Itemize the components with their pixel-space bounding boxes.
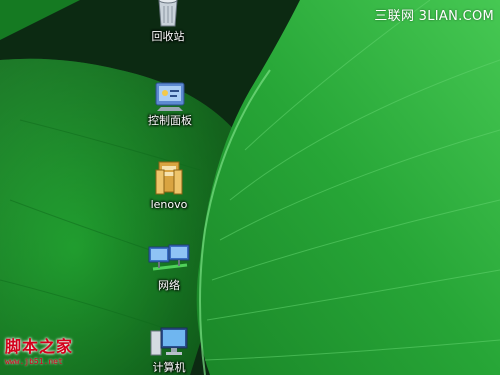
desktop-icon-label: 网络 (158, 279, 180, 292)
watermark-top: 三联网 3LIAN.COM (374, 9, 494, 24)
desktop-icon-computer[interactable]: 计算机 (134, 325, 204, 374)
desktop-wallpaper (0, 0, 500, 375)
computer-icon (150, 327, 188, 356)
desktop-icon-recycle-bin[interactable]: 回收站 (133, 0, 203, 43)
folder-icon (155, 161, 183, 195)
network-icon (148, 244, 190, 271)
desktop-icon-label: 控制面板 (148, 114, 192, 127)
desktop-icon-label: lenovo (150, 198, 188, 211)
watermark-site-name: 脚本之家 (5, 337, 74, 356)
desktop-icon-label: 计算机 (152, 361, 186, 374)
control-panel-icon (155, 82, 185, 111)
recycle-bin-icon (158, 0, 178, 27)
desktop-icon-control-panel[interactable]: 控制面板 (135, 80, 205, 127)
desktop-icon-network[interactable]: 网络 (134, 243, 204, 292)
desktop-icon-lenovo[interactable]: lenovo (134, 160, 204, 211)
desktop-icon-label: 回收站 (151, 30, 185, 43)
watermark-site-url: www.jb51.net (5, 357, 63, 366)
watermark-bottom: 脚本之家 www.jb51.net (5, 333, 73, 366)
